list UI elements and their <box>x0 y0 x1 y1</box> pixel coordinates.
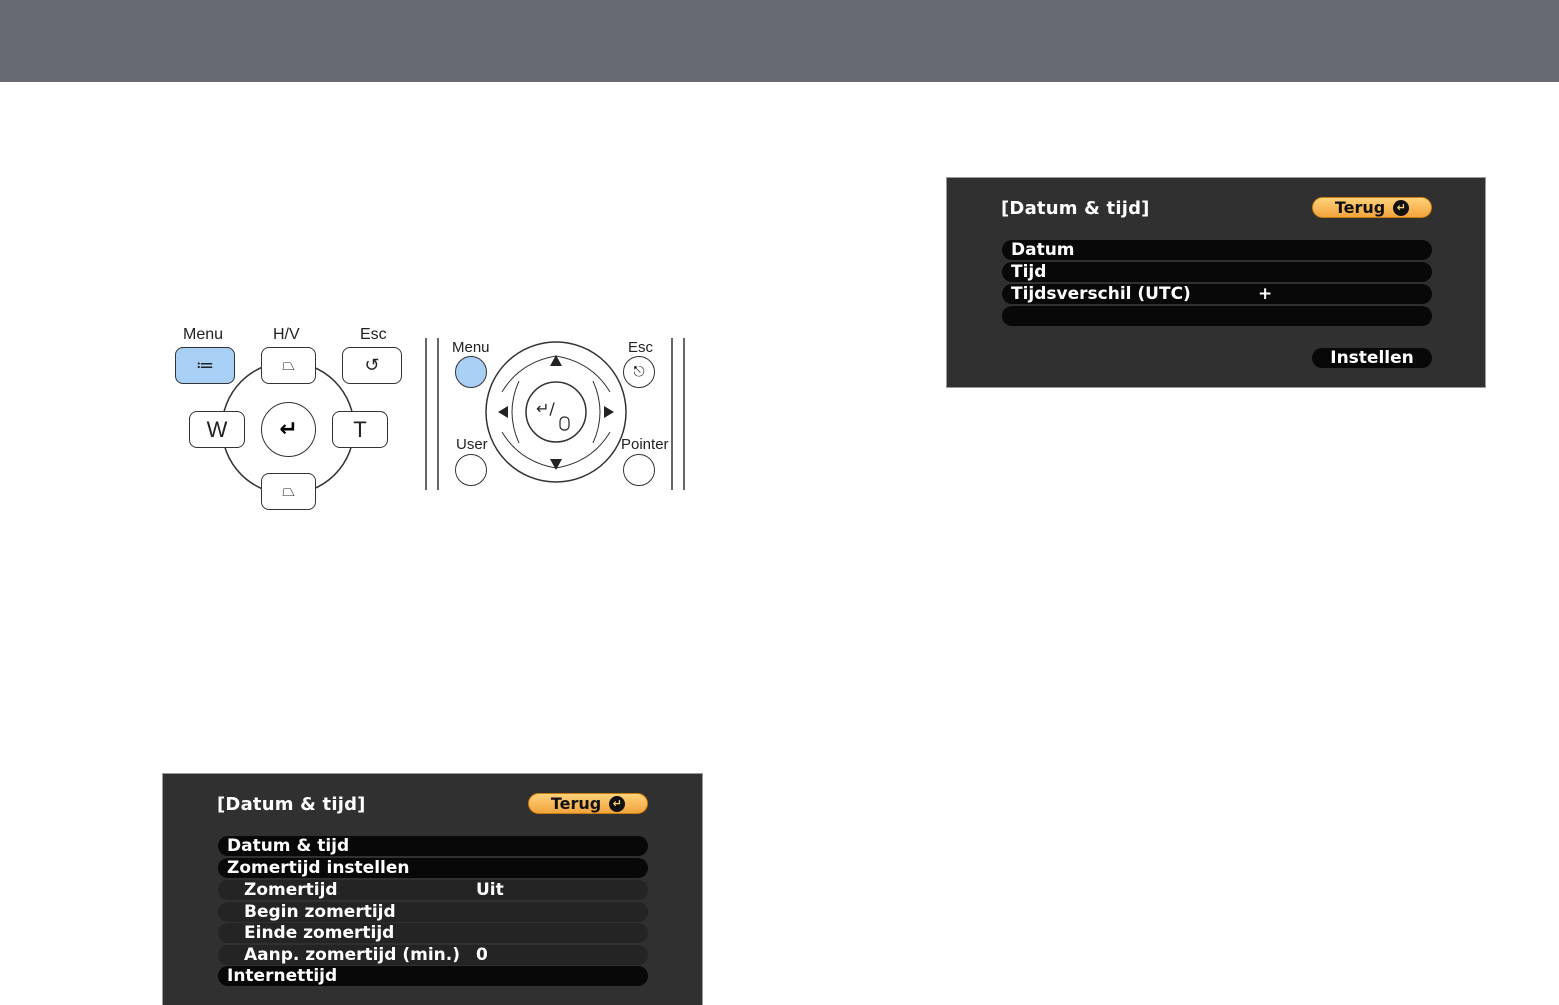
menu-row-tijdsverschil[interactable]: Tijdsverschil (UTC) + <box>1002 284 1432 304</box>
row-value: + <box>1258 284 1273 304</box>
w-button[interactable]: W <box>189 411 245 448</box>
row-label: Tijd <box>1011 262 1047 282</box>
esc-button[interactable]: ↺ <box>342 347 402 384</box>
return-icon: ↺ <box>364 355 380 375</box>
menu-list-icon: ≔ <box>196 355 214 375</box>
svg-text:↵/: ↵/ <box>536 399 555 418</box>
mouse-icon: ⎋ <box>633 364 645 380</box>
menu-row-tijd[interactable]: Tijd <box>1002 262 1432 282</box>
esc-label-right: Esc <box>628 339 654 356</box>
menu-row-einde-zomertijd[interactable]: Einde zomertijd <box>218 923 648 943</box>
menu-row-aanp-zomertijd[interactable]: Aanp. zomertijd (min.) 0 <box>218 945 648 965</box>
menu-button-remote[interactable] <box>455 356 487 388</box>
row-value: Uit <box>476 880 504 900</box>
osd-title: [Datum & tijd] <box>1001 198 1150 219</box>
menu-label-left: Menu <box>183 326 224 343</box>
row-label: Tijdsverschil (UTC) <box>1011 284 1191 304</box>
menu-row-zomertijd-instellen[interactable]: Zomertijd instellen <box>218 858 648 878</box>
row-label: Begin zomertijd <box>244 902 396 922</box>
keystone-down-button[interactable]: ⏢ <box>261 473 316 510</box>
row-label: Aanp. zomertijd (min.) <box>244 945 460 965</box>
user-button[interactable] <box>455 454 487 486</box>
back-button[interactable]: Terug ↵ <box>1312 197 1432 218</box>
row-label: Zomertijd <box>244 880 338 900</box>
menu-button[interactable]: ≔ <box>175 347 235 384</box>
menu-row-empty[interactable] <box>1002 306 1432 326</box>
menu-row-datum-tijd[interactable]: Datum & tijd <box>218 836 648 856</box>
keystone-up-button[interactable]: ⏢ <box>261 347 316 384</box>
osd-datetime-bottom: [Datum & tijd] Terug ↵ Datum & tijd Zome… <box>162 773 703 1005</box>
set-button[interactable]: Instellen <box>1312 348 1432 368</box>
row-label: Datum <box>1011 240 1075 260</box>
enter-icon: ↵ <box>609 795 626 812</box>
enter-icon: ↵ <box>279 417 298 442</box>
hv-label: H/V <box>273 326 300 343</box>
menu-row-zomertijd[interactable]: Zomertijd Uit <box>218 880 648 900</box>
osd-datetime-top: [Datum & tijd] Terug ↵ Datum Tijd Tijdsv… <box>946 177 1486 388</box>
row-value: 0 <box>476 945 488 965</box>
esc-button-remote[interactable]: ⎋ <box>623 356 655 388</box>
t-button[interactable]: T <box>332 411 388 448</box>
menu-row-internettijd[interactable]: Internettijd <box>218 966 648 986</box>
back-label: Terug <box>550 794 602 813</box>
keystone-down-icon: ⏢ <box>282 482 295 500</box>
pointer-label: Pointer <box>621 436 669 453</box>
back-label: Terug <box>1334 198 1386 217</box>
user-label: User <box>456 436 488 453</box>
enter-button[interactable]: ↵ <box>261 402 316 457</box>
pointer-button[interactable] <box>623 454 655 486</box>
row-label: Zomertijd instellen <box>227 858 410 878</box>
t-label: T <box>353 416 367 442</box>
back-button[interactable]: Terug ↵ <box>528 793 648 814</box>
row-label: Datum & tijd <box>227 836 350 856</box>
row-label: Internettijd <box>227 966 338 986</box>
osd-title: [Datum & tijd] <box>217 794 366 815</box>
enter-icon: ↵ <box>1393 199 1410 216</box>
keystone-up-icon: ⏢ <box>282 356 295 374</box>
menu-row-begin-zomertijd[interactable]: Begin zomertijd <box>218 902 648 922</box>
w-label: W <box>206 416 228 442</box>
row-label: Einde zomertijd <box>244 923 395 943</box>
esc-label-left: Esc <box>360 326 387 343</box>
menu-row-datum[interactable]: Datum <box>1002 240 1432 260</box>
menu-label-right: Menu <box>452 339 490 356</box>
